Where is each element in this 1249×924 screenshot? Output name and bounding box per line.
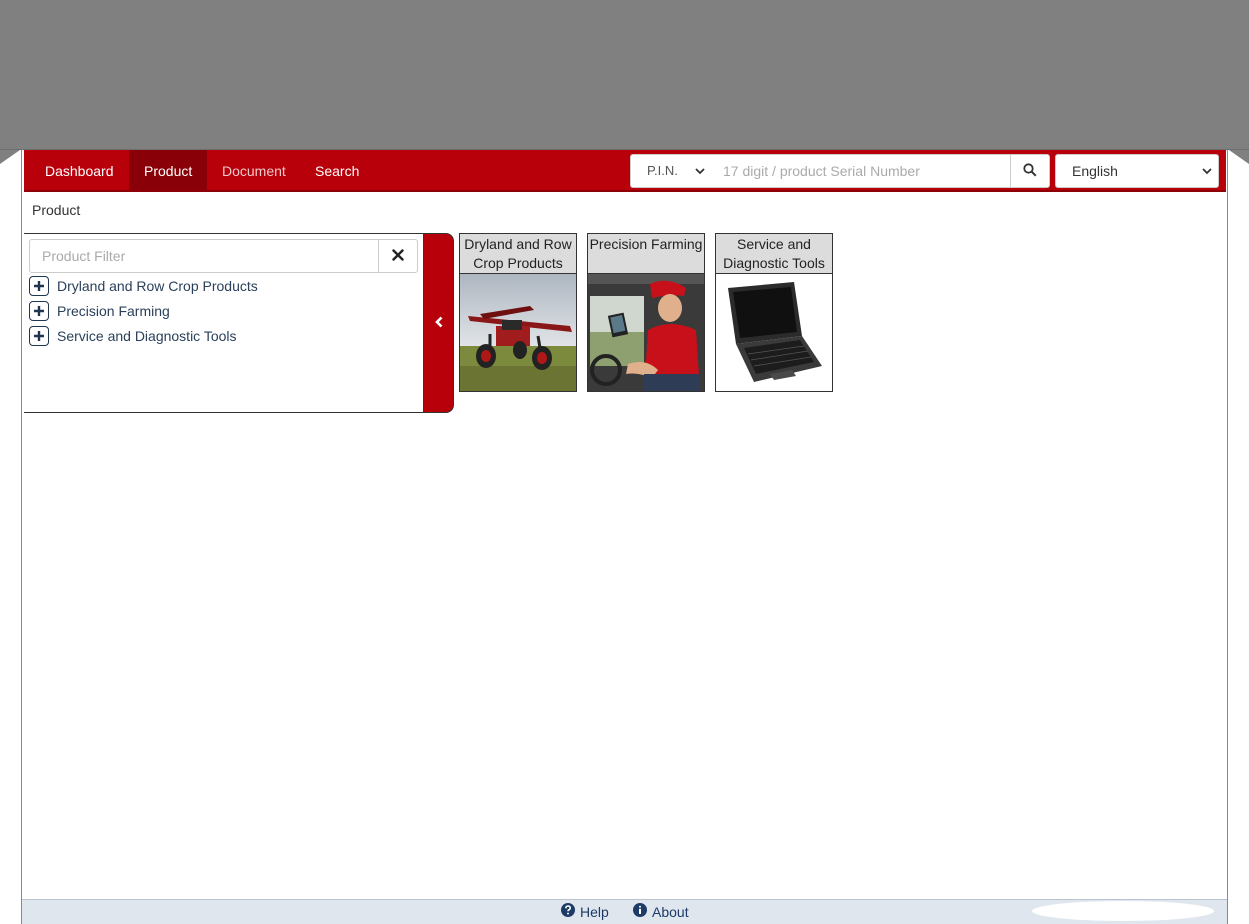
- help-label: Help: [580, 903, 609, 920]
- category-card-service[interactable]: Service and Diagnostic Tools: [715, 233, 833, 392]
- sprayer-image: [460, 274, 576, 391]
- chevron-down-icon: [1202, 155, 1212, 187]
- expand-plus-icon[interactable]: [29, 326, 49, 346]
- serial-number-input[interactable]: [711, 154, 1011, 188]
- collapse-panel-button[interactable]: [423, 233, 454, 413]
- card-title: Service and Diagnostic Tools: [716, 234, 832, 274]
- category-card-dryland[interactable]: Dryland and Row Crop Products: [459, 233, 577, 392]
- chevron-left-icon: [434, 315, 444, 331]
- search-icon: [1023, 162, 1037, 180]
- expand-plus-icon[interactable]: [29, 276, 49, 296]
- language-select[interactable]: English: [1055, 154, 1219, 188]
- nav-dashboard[interactable]: Dashboard: [30, 150, 129, 190]
- tree-item-service[interactable]: Service and Diagnostic Tools: [29, 325, 237, 347]
- browser-overlay: [0, 0, 1249, 150]
- card-title: Dryland and Row Crop Products: [460, 234, 576, 274]
- search-type-value: P.I.N.: [647, 163, 678, 178]
- filter-clear-button[interactable]: [378, 239, 418, 273]
- search-button[interactable]: [1010, 154, 1050, 188]
- tree-item-label: Service and Diagnostic Tools: [57, 328, 237, 344]
- about-link[interactable]: About: [633, 903, 689, 920]
- about-label: About: [652, 903, 689, 920]
- frame-corner-right: [1229, 150, 1249, 164]
- help-link[interactable]: Help: [561, 903, 609, 920]
- laptop-image: [716, 274, 832, 391]
- language-value: English: [1072, 163, 1118, 179]
- redacted-area: [1032, 901, 1214, 921]
- expand-plus-icon[interactable]: [29, 301, 49, 321]
- nav-product[interactable]: Product: [129, 150, 208, 190]
- tree-item-dryland[interactable]: Dryland and Row Crop Products: [29, 275, 258, 297]
- nav-document[interactable]: Document: [207, 150, 301, 190]
- tree-item-label: Dryland and Row Crop Products: [57, 278, 258, 294]
- tree-item-precision[interactable]: Precision Farming: [29, 300, 170, 322]
- breadcrumb: Product: [32, 202, 81, 218]
- tree-item-label: Precision Farming: [57, 303, 170, 319]
- search-type-select[interactable]: P.I.N.: [630, 154, 712, 188]
- category-card-precision[interactable]: Precision Farming: [587, 233, 705, 392]
- info-circle-icon: [633, 903, 652, 920]
- close-icon: [392, 248, 404, 264]
- chevron-down-icon: [695, 155, 705, 187]
- product-filter-input[interactable]: [29, 239, 379, 273]
- operator-cab-image: [588, 274, 704, 391]
- nav-search[interactable]: Search: [300, 150, 374, 190]
- card-title: Precision Farming: [588, 234, 704, 274]
- question-circle-icon: [561, 903, 580, 920]
- frame-corner-left: [0, 150, 20, 164]
